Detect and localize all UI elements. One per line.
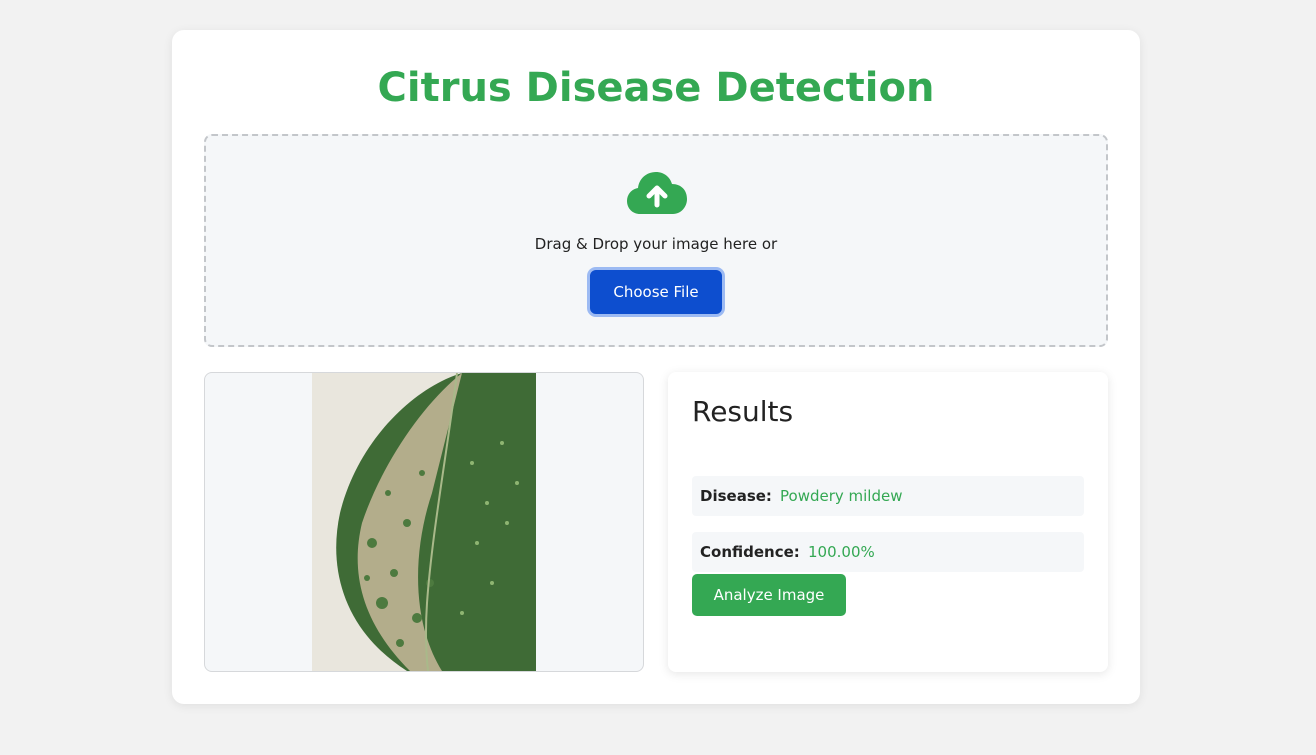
disease-row: Disease: Powdery mildew: [692, 476, 1084, 516]
cloud-upload-icon: [627, 172, 687, 214]
analyze-image-button[interactable]: Analyze Image: [692, 574, 846, 616]
results-title: Results: [692, 395, 794, 428]
main-card: Citrus Disease Detection Drag & Drop you…: [172, 30, 1140, 704]
choose-file-button[interactable]: Choose File: [590, 270, 722, 314]
leaf-image: [312, 373, 536, 671]
confidence-label: Confidence:: [700, 543, 800, 561]
results-panel: Results Disease: Powdery mildew Confiden…: [668, 372, 1108, 672]
confidence-value: 100.00%: [808, 543, 875, 561]
confidence-row: Confidence: 100.00%: [692, 532, 1084, 572]
dropzone-prompt: Drag & Drop your image here or: [534, 235, 778, 253]
page-title: Citrus Disease Detection: [377, 65, 935, 111]
image-preview: [204, 372, 644, 672]
upload-dropzone[interactable]: Drag & Drop your image here or Choose Fi…: [204, 134, 1108, 347]
disease-value: Powdery mildew: [780, 487, 903, 505]
disease-label: Disease:: [700, 487, 772, 505]
